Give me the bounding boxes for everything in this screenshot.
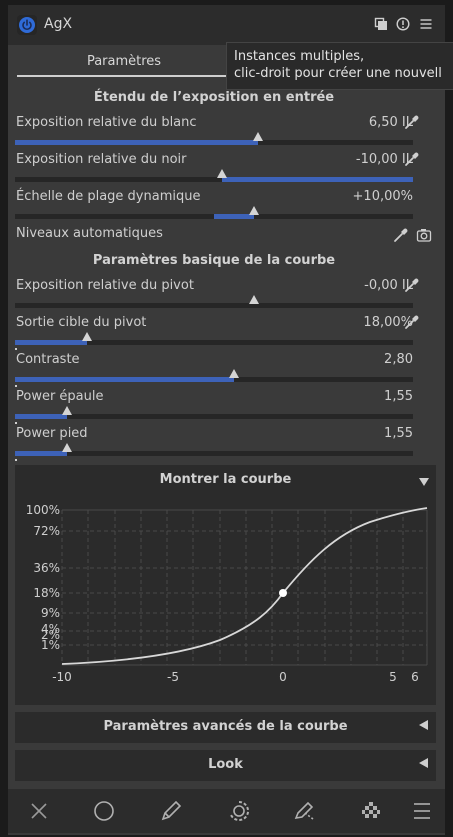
slider-label: Contraste — [16, 352, 80, 367]
color-picker-icon[interactable] — [404, 114, 420, 130]
slider-value: 1,55 — [384, 426, 413, 441]
y-tick-label: 100% — [26, 503, 60, 517]
slider-toe-power[interactable]: Power pied 1,55 — [15, 426, 413, 461]
x-tick-label: 0 — [279, 670, 287, 684]
slider-track[interactable] — [15, 377, 413, 382]
color-picker-icon[interactable] — [404, 314, 420, 330]
slider-track[interactable] — [15, 303, 413, 308]
slider-value: 1,55 — [384, 389, 413, 404]
slider-origin-dot — [15, 422, 17, 424]
advanced-curve-section[interactable]: Paramètres avancés de la courbe — [15, 712, 436, 743]
y-tick-label: 72% — [33, 524, 60, 538]
x-tick-label: -5 — [167, 670, 179, 684]
color-picker-icon[interactable] — [393, 227, 409, 243]
slider-shoulder-power[interactable]: Power épaule 1,55 — [15, 389, 413, 424]
slider-track[interactable] — [15, 214, 413, 219]
power-button[interactable] — [17, 15, 37, 35]
slider-black-exposure[interactable]: Exposition relative du noir -10,00 IL — [15, 152, 413, 184]
slider-pivot-exposure[interactable]: Exposition relative du pivot -0,00 IL — [15, 278, 413, 310]
color-picker-icon[interactable] — [404, 151, 420, 167]
slider-label: Échelle de plage dynamique — [16, 189, 201, 204]
curve-grid — [61, 509, 428, 666]
slider-track[interactable] — [15, 177, 413, 182]
tab-label: Paramètres — [86, 54, 162, 69]
y-tick-label: 9% — [41, 606, 60, 620]
tooltip-line-1: Instances multiples, — [234, 49, 365, 64]
slider-origin-dot — [15, 459, 17, 461]
y-tick-label: 1% — [41, 638, 60, 652]
auto-levels-row: Niveaux automatiques — [15, 226, 413, 246]
slider-marker[interactable] — [248, 206, 259, 215]
reset-icon[interactable] — [396, 17, 410, 31]
slider-track[interactable] — [15, 340, 413, 345]
tone-curve-graph[interactable]: 100% 72% 36% 18% 9% 4% 2% 1% -10 -5 0 5 … — [15, 465, 436, 705]
slider-track[interactable] — [15, 451, 413, 456]
chevron-left-icon — [419, 758, 428, 768]
slider-pivot-target-output[interactable]: Sortie cible du pivot 18,00% — [15, 315, 413, 350]
slider-marker[interactable] — [61, 443, 72, 452]
mask-toolbar — [8, 789, 445, 833]
slider-value: +10,00% — [352, 189, 413, 204]
slider-fill — [15, 340, 87, 345]
y-tick-label: 18% — [33, 586, 60, 600]
advanced-curve-title: Paramètres avancés de la courbe — [103, 719, 348, 734]
presets-icon[interactable] — [419, 17, 433, 31]
section-header-curve-basics: Paramètres basique de la courbe — [92, 253, 336, 268]
module-title: AgX — [44, 16, 73, 32]
slider-label: Sortie cible du pivot — [16, 315, 147, 330]
slider-marker[interactable] — [228, 369, 239, 378]
color-picker-icon[interactable] — [404, 277, 420, 293]
auto-levels-label: Niveaux automatiques — [16, 226, 163, 241]
y-tick-label: 36% — [33, 561, 60, 575]
slider-marker[interactable] — [252, 132, 263, 141]
menu-icon[interactable] — [410, 799, 434, 823]
raster-mask-icon[interactable] — [359, 799, 383, 823]
x-tick-label: 5 — [389, 670, 397, 684]
slider-track[interactable] — [15, 140, 413, 145]
module-header[interactable]: AgX — [8, 5, 445, 45]
slider-value: 2,80 — [384, 352, 413, 367]
slider-dynamic-range-scale[interactable]: Échelle de plage dynamique +10,00% — [15, 189, 413, 221]
look-section[interactable]: Look — [15, 750, 436, 781]
slider-white-exposure[interactable]: Exposition relative du blanc 6,50 IL — [15, 115, 413, 147]
multi-instance-icon[interactable] — [374, 17, 388, 31]
slider-label: Exposition relative du pivot — [16, 278, 194, 293]
slider-track[interactable] — [15, 414, 413, 419]
x-tick-label: 6 — [411, 670, 419, 684]
curve-section: Montrer la courbe 100% 72% 36% 18% 9% 4%… — [15, 465, 436, 705]
x-tick-label: -10 — [52, 670, 72, 684]
power-icon — [19, 17, 35, 33]
slider-origin-dot — [15, 348, 17, 350]
slider-label: Exposition relative du blanc — [16, 115, 197, 130]
slider-label: Exposition relative du noir — [16, 152, 187, 167]
pivot-point[interactable] — [279, 589, 287, 597]
pencil-icon[interactable] — [159, 799, 183, 823]
slider-marker[interactable] — [248, 295, 259, 304]
slider-fill — [15, 451, 67, 456]
slider-fill — [15, 414, 67, 419]
slider-contrast[interactable]: Contraste 2,80 — [15, 352, 413, 387]
slider-fill — [15, 377, 234, 382]
close-icon[interactable] — [27, 799, 51, 823]
slider-fill — [15, 140, 258, 145]
slider-origin-dot — [15, 385, 17, 387]
slider-marker[interactable] — [216, 169, 227, 178]
chevron-left-icon — [419, 720, 428, 730]
circle-icon[interactable] — [92, 799, 116, 823]
camera-icon[interactable] — [416, 227, 432, 243]
tooltip-line-2: clic-droit pour créer une nouvell — [234, 66, 442, 81]
pencil-ruler-icon[interactable] — [293, 799, 317, 823]
section-header-exposure: Étendu de l’exposition en entrée — [93, 90, 335, 105]
tab-parametres[interactable]: Paramètres — [15, 49, 233, 77]
tooltip: Instances multiples, clic-droit pour cré… — [226, 42, 453, 90]
slider-marker[interactable] — [81, 332, 92, 341]
slider-fill — [221, 177, 413, 182]
slider-label: Power pied — [16, 426, 88, 441]
slider-marker[interactable] — [61, 406, 72, 415]
active-tab-indicator — [17, 75, 233, 77]
slider-label: Power épaule — [16, 389, 104, 404]
drawn-parametric-icon[interactable] — [227, 799, 251, 823]
look-title: Look — [208, 757, 243, 772]
